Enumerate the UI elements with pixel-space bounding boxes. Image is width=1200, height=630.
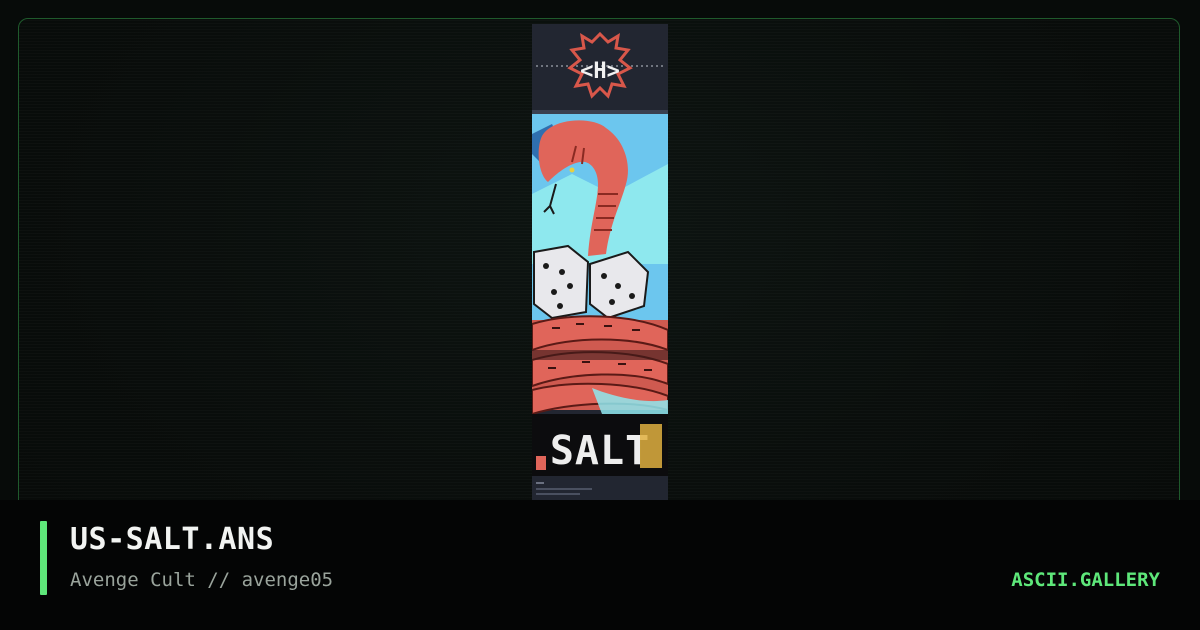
- title-accent-bar: [40, 521, 47, 595]
- ansi-artwork-preview[interactable]: <H> SALT: [532, 24, 668, 500]
- site-name-link[interactable]: ASCII.GALLERY: [1011, 569, 1160, 591]
- artwork-image: <H> SALT: [532, 24, 668, 500]
- info-bar: [0, 500, 1200, 630]
- art-salt-text: SALT: [550, 428, 650, 474]
- art-coils: [532, 315, 668, 416]
- artwork-byline: Avenge Cult // avenge05: [70, 569, 334, 591]
- artwork-title: US-SALT.ANS: [70, 522, 275, 557]
- art-header-logo: <H>: [580, 59, 620, 84]
